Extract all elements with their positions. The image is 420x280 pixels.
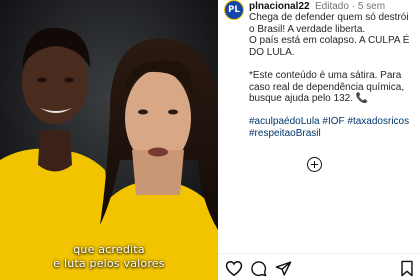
caption-disclaimer: *Este conteúdo é uma sátira. Para caso r… [249,69,405,105]
phone-icon: 📞 [355,93,369,105]
hashtags[interactable]: #aculpaédoLula #IOF #taxadosricos #respe… [249,116,415,139]
caption-line: O país está em colapso. A CULPA É DO LUL… [249,35,410,58]
bookmark-icon[interactable] [400,260,414,277]
divider [218,253,420,254]
send-icon[interactable] [275,260,292,277]
plus-circle-icon[interactable] [307,157,322,172]
video-frame [0,0,218,280]
edited-label: Editado [315,1,349,12]
action-bar [218,260,420,278]
caption-line: Chega de defender quem só destrói o Bras… [249,12,409,35]
username-link[interactable]: plnacional22 [249,1,310,12]
meta-separator: · [351,1,356,12]
comment-icon[interactable] [250,260,267,277]
avatar[interactable]: PL [224,0,244,20]
post-meta: Editado · 5 sem [315,1,385,12]
post-caption: Chega de defender quem só destrói o Bras… [249,12,415,140]
post-panel: PL plnacional22 Editado · 5 sem Chega de… [218,0,420,280]
heart-icon[interactable] [225,260,243,277]
video-subtitle-line: e luta pelos valores [53,257,165,270]
post-age[interactable]: 5 sem [358,1,385,12]
video-player[interactable]: que acredita e luta pelos valores [0,0,218,280]
video-subtitle-line: que acredita [73,243,145,256]
